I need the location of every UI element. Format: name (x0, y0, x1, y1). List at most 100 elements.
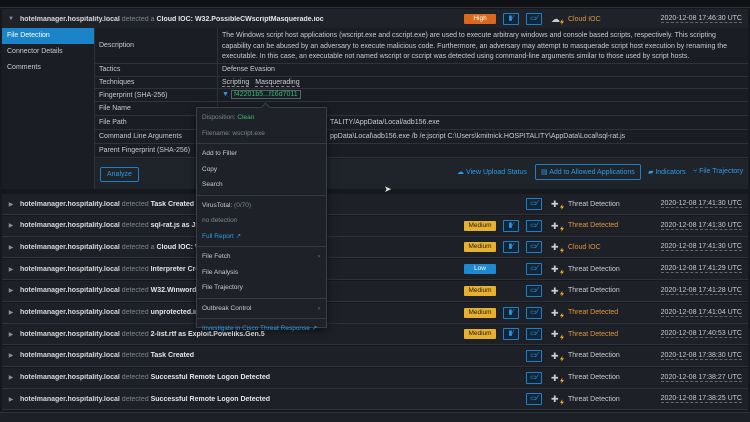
tab-file-detection[interactable]: File Detection (2, 28, 94, 44)
event-row[interactable]: ▶ hotelmanager.hospitality.local detecte… (2, 194, 748, 215)
verb: detected (121, 352, 149, 360)
caret-right-icon[interactable]: ▶ (2, 201, 20, 208)
computer-icon[interactable]: ▭⁄ (526, 263, 542, 276)
event-row[interactable]: ▶ hotelmanager.hospitality.local detecte… (2, 237, 748, 259)
label: Description (95, 28, 218, 63)
event-category: Threat Detection (568, 200, 620, 208)
event-category: Threat Detected (568, 222, 619, 230)
label: File Fetch (202, 253, 231, 260)
menu-file-fetch[interactable]: File Fetch › (197, 249, 326, 265)
event-row[interactable]: ▶ hotelmanager.hospitality.local detecte… (2, 215, 748, 237)
event-row[interactable]: ▶ hotelmanager.hospitality.local detecte… (2, 367, 748, 389)
event-row[interactable]: ▶ hotelmanager.hospitality.local detecte… (2, 302, 748, 324)
caret-right-icon[interactable]: ▶ (2, 374, 20, 381)
computer-icon[interactable]: ▭⁄ (526, 219, 542, 232)
menu-outbreak-control[interactable]: Outbreak Control › (197, 301, 326, 317)
computer-icon[interactable]: ▭⁄ (526, 328, 542, 341)
event-row[interactable]: ▶ hotelmanager.hospitality.local detecte… (2, 345, 748, 367)
mouse-cursor: ➤ (384, 184, 392, 194)
label: Indicators (655, 169, 686, 176)
file-icon[interactable]: ▮⁄ (503, 219, 519, 232)
event-time: 2020-12-08 17:40:53 UTC (660, 330, 742, 339)
computer-icon[interactable]: ▭⁄ (526, 198, 542, 210)
menu-copy[interactable]: Copy (197, 162, 326, 178)
tab-comments[interactable]: Comments (2, 60, 94, 76)
event-row[interactable]: ▶ hotelmanager.hospitality.local detecte… (2, 280, 748, 302)
virustotal-score: (0/70) (234, 201, 252, 209)
computer-icon[interactable]: ▭⁄ (526, 241, 542, 254)
threat-icon: ✚ (551, 198, 562, 210)
add-to-allowed-button[interactable]: ▤ Add to Allowed Applications (535, 164, 641, 180)
cloud-ioc-icon: ☁ (551, 14, 560, 24)
menu-file-analysis[interactable]: File Analysis (197, 265, 326, 281)
disposition-value: Clean (237, 114, 255, 121)
computer-icon[interactable]: ▭⁄ (526, 13, 542, 25)
description: The Windows script host applications (ws… (222, 32, 728, 60)
severity-badge: High (464, 14, 496, 24)
label: Disposition: (202, 114, 236, 121)
tactics: Defense Evasion (222, 66, 275, 73)
hostname: hotelmanager.hospitality.local (20, 309, 120, 316)
menu-file-trajectory[interactable]: File Trajectory (197, 280, 326, 296)
caret-right-icon[interactable]: ▶ (2, 266, 20, 273)
hostname: hotelmanager.hospitality.local (20, 374, 120, 382)
verb: detected (121, 330, 149, 338)
event-row[interactable]: ▶ hotelmanager.hospitality.local detecte… (2, 324, 748, 346)
label: File Trajectory (699, 168, 744, 175)
event-category: Threat Detection (568, 395, 620, 403)
caret-right-icon[interactable]: ▶ (2, 352, 20, 359)
file-icon[interactable]: ▮⁄ (503, 13, 519, 25)
threat-icon: ✚ (551, 241, 562, 253)
computer-icon[interactable]: ▭⁄ (526, 371, 542, 384)
caret-right-icon[interactable]: ▶ (2, 244, 20, 251)
label: Fingerprint (SHA-256) (95, 89, 218, 101)
label: Full Report (202, 232, 234, 240)
menu-add-to-filter[interactable]: Add to Filter (197, 146, 326, 162)
threat-icon: ✚ (551, 307, 562, 319)
technique-link[interactable]: Scripting (222, 78, 250, 87)
caret-right-icon[interactable]: ▶ (2, 331, 20, 338)
verb: detected (121, 374, 149, 382)
file-icon[interactable]: ▮⁄ (503, 241, 519, 254)
event-time: 2020-12-08 17:46:30 UTC (660, 15, 742, 23)
event-time: 2020-12-08 17:41:30 UTC (660, 221, 742, 230)
main-event-header[interactable]: ▼ hotelmanager.hospitality.local detecte… (2, 9, 748, 30)
event-title: Task Created (150, 352, 195, 360)
threat-icon: ✚ (551, 393, 562, 405)
file-icon[interactable]: ▮⁄ (503, 306, 519, 319)
tab-connector-details[interactable]: Connector Details (2, 44, 94, 60)
indicators-link[interactable]: ▰ Indicators (648, 168, 686, 176)
event-title: Interpreter Cre (150, 265, 200, 273)
event-time: 2020-12-08 17:38:27 UTC (660, 373, 742, 382)
caret-right-icon[interactable]: ▶ (2, 309, 20, 316)
event-row[interactable]: ▶ hotelmanager.hospitality.local detecte… (2, 389, 748, 411)
external-link-icon: ↗ (311, 325, 318, 332)
computer-icon[interactable]: ▭⁄ (526, 306, 542, 319)
computer-icon[interactable]: ▭⁄ (526, 393, 542, 406)
fingerprint-link[interactable]: f42201b5...f16d7011 (230, 90, 301, 99)
event-time: 2020-12-08 17:41:30 UTC (660, 200, 742, 208)
event-category: Cloud IOC (568, 243, 601, 251)
caret-right-icon[interactable]: ▶ (2, 287, 20, 294)
caret-right-icon[interactable]: ▶ (2, 396, 20, 403)
view-upload-status-link[interactable]: ☁ View Upload Status (457, 168, 527, 176)
caret-down-icon[interactable]: ▼ (2, 16, 20, 22)
caret-right-icon[interactable]: ▶ (2, 222, 20, 229)
file-trajectory-link[interactable]: ⑂ File Trajectory (693, 168, 743, 175)
technique-link[interactable]: Masquerading (255, 78, 300, 87)
menu-full-report[interactable]: Full Report ↗ (197, 229, 326, 245)
menu-search[interactable]: Search (197, 177, 326, 193)
computer-icon[interactable]: ▭⁄ (526, 284, 542, 297)
label: View Upload Status (465, 169, 527, 176)
threat-icon: ✚ (551, 328, 562, 340)
filter-icon[interactable]: ▼ (222, 91, 229, 98)
analyze-button[interactable]: Analyze (100, 166, 139, 182)
computer-icon[interactable]: ▭⁄ (526, 349, 542, 362)
event-detail-panel: File Detection Connector Details Comment… (2, 28, 748, 189)
event-category: Cloud IOC (568, 15, 601, 23)
file-icon[interactable]: ▮⁄ (503, 328, 519, 341)
hostname: hotelmanager.hospitality.local (20, 287, 120, 295)
event-row[interactable]: ▶ hotelmanager.hospitality.local detecte… (2, 259, 748, 281)
event-category: Threat Detection (568, 265, 620, 273)
menu-investigate-ctr[interactable]: Investigate in Cisco Threat Response ↗ (197, 321, 326, 337)
